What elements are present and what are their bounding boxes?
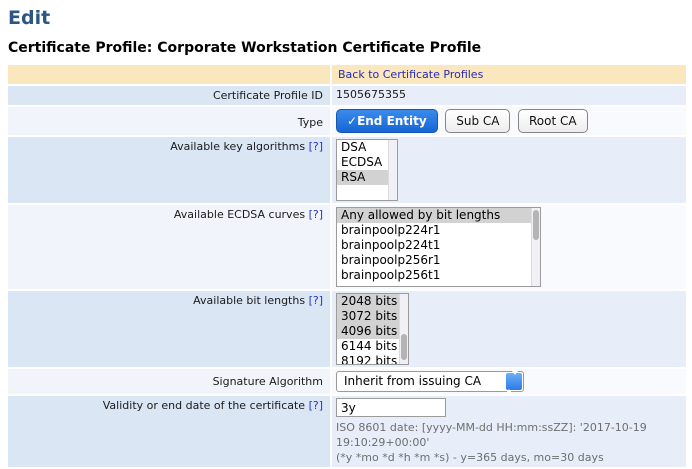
key-algorithms-listbox[interactable]: DSA ECDSA RSA <box>336 139 398 201</box>
bit-lengths-help-link[interactable]: [?] <box>309 294 323 307</box>
available-bit-lengths-label: Available bit lengths [?] <box>8 291 330 367</box>
scrollbar-track[interactable] <box>531 208 540 286</box>
row-validity: Validity or end date of the certificate … <box>8 396 686 467</box>
type-end-entity-button[interactable]: ✓End Entity <box>336 109 438 133</box>
scrollbar-thumb[interactable] <box>401 334 407 360</box>
key-algorithms-help-link[interactable]: [?] <box>309 140 323 153</box>
listbox-option[interactable]: brainpoolp256t1 <box>337 268 540 283</box>
certificate-profile-id-label: Certificate Profile ID <box>8 86 330 105</box>
validity-label: Validity or end date of the certificate … <box>8 396 330 467</box>
signature-algorithm-select[interactable]: Inherit from issuing CA <box>336 371 524 392</box>
selected-option-text: Inherit from issuing CA <box>344 374 481 388</box>
ecdsa-curves-help-link[interactable]: [?] <box>309 208 323 221</box>
row-type: Type ✓End Entity Sub CA Root CA <box>8 107 686 135</box>
select-stepper-icon <box>506 373 522 390</box>
chevron-down-icon <box>512 371 518 389</box>
bit-lengths-listbox[interactable]: 2048 bits 3072 bits 4096 bits 6144 bits … <box>336 293 409 365</box>
table-header-row: Back to Certificate Profiles <box>8 65 686 84</box>
back-to-certificate-profiles-link[interactable]: Back to Certificate Profiles <box>338 68 483 81</box>
type-sub-ca-button[interactable]: Sub CA <box>445 109 510 133</box>
row-signature-algorithm: Signature Algorithm Inherit from issuing… <box>8 369 686 394</box>
page-title: Edit <box>8 7 692 29</box>
validity-help-link[interactable]: [?] <box>309 399 323 412</box>
row-available-key-algorithms: Available key algorithms [?] DSA ECDSA R… <box>8 137 686 203</box>
certificate-profile-id-value: 1505675355 <box>332 86 686 105</box>
scrollbar-track[interactable] <box>388 140 397 200</box>
listbox-option-selected[interactable]: 4096 bits <box>337 324 408 339</box>
listbox-option[interactable]: brainpoolp224r1 <box>337 223 540 238</box>
checkmark-icon: ✓ <box>347 114 357 128</box>
listbox-option[interactable]: 8192 bits <box>337 354 408 365</box>
type-label: Type <box>8 107 330 135</box>
listbox-option[interactable]: brainpoolp256r1 <box>337 253 540 268</box>
validity-input[interactable] <box>336 398 446 417</box>
listbox-option[interactable]: 6144 bits <box>337 339 408 354</box>
scrollbar-track[interactable] <box>399 294 408 364</box>
available-key-algorithms-label: Available key algorithms [?] <box>8 137 330 203</box>
header-link-cell: Back to Certificate Profiles <box>332 65 686 84</box>
listbox-option-selected[interactable]: Any allowed by bit lengths <box>337 208 540 223</box>
validity-hint-line1: ISO 8601 date: [yyyy-MM-dd HH:mm:ssZZ]: … <box>336 420 684 450</box>
row-certificate-profile-id: Certificate Profile ID 1505675355 <box>8 86 686 105</box>
ecdsa-curves-listbox[interactable]: Any allowed by bit lengths brainpoolp224… <box>336 207 541 287</box>
listbox-option[interactable]: brainpoolp224t1 <box>337 238 540 253</box>
row-available-bit-lengths: Available bit lengths [?] 2048 bits 3072… <box>8 291 686 367</box>
listbox-option-selected[interactable]: 3072 bits <box>337 309 408 324</box>
listbox-option-selected[interactable]: 2048 bits <box>337 294 408 309</box>
available-ecdsa-curves-label: Available ECDSA curves [?] <box>8 205 330 289</box>
type-root-ca-button[interactable]: Root CA <box>518 109 588 133</box>
page-subtitle: Certificate Profile: Corporate Workstati… <box>8 40 692 56</box>
validity-hint-line2: (*y *mo *d *h *m *s) - y=365 days, mo=30… <box>336 450 684 465</box>
certificate-profile-form: Back to Certificate Profiles Certificate… <box>6 63 688 469</box>
header-spacer-cell <box>8 65 330 84</box>
row-available-ecdsa-curves: Available ECDSA curves [?] Any allowed b… <box>8 205 686 289</box>
scrollbar-thumb[interactable] <box>533 210 539 240</box>
signature-algorithm-label: Signature Algorithm <box>8 369 330 394</box>
